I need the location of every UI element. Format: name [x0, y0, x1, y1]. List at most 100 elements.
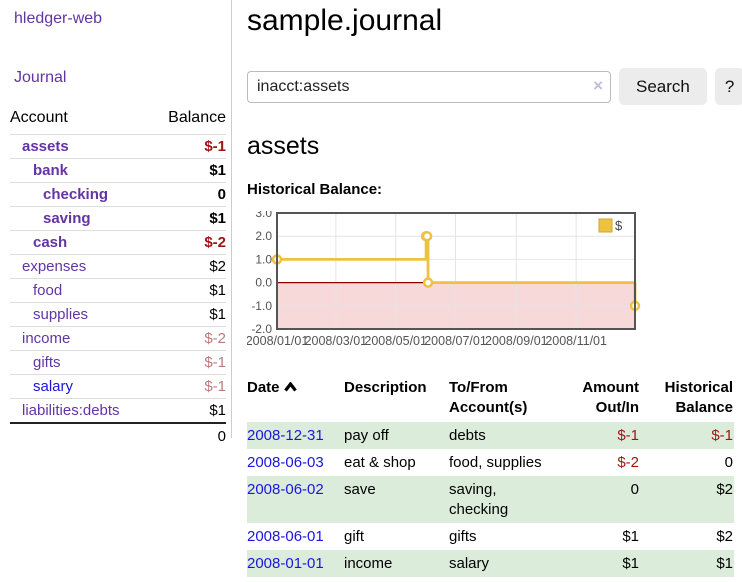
register-header-balance: Historical Balance [645, 378, 734, 422]
register-date-cell: 2008-06-03 [247, 449, 344, 476]
account-link[interactable]: salary [33, 378, 73, 395]
accounts-header-row: Account Balance [10, 105, 226, 135]
register-description-cell: save [344, 476, 449, 522]
table-row: 2008-12-31pay offdebts$-1$-1 [247, 422, 734, 449]
account-link[interactable]: food [33, 282, 62, 299]
app-title-link[interactable]: hledger-web [14, 10, 225, 28]
register-date-cell: 2008-06-01 [247, 523, 344, 550]
transaction-date-link[interactable]: 2008-06-03 [247, 454, 324, 471]
account-link[interactable]: assets [22, 138, 69, 155]
table-row: 2008-06-02savesaving, checking0$2 [247, 476, 734, 522]
account-balance: $-1 [151, 135, 226, 159]
account-name-cell: bank [10, 159, 151, 183]
register-table: Date Description To/From Account(s) Amou… [247, 378, 734, 577]
help-button[interactable]: ? [715, 68, 742, 105]
svg-text:0.0: 0.0 [255, 276, 272, 290]
register-balance-cell: $1 [645, 550, 734, 577]
transaction-date-link[interactable]: 2008-12-31 [247, 427, 324, 444]
account-row: salary $-1 [10, 375, 226, 399]
account-name-cell: income [10, 327, 151, 351]
svg-text:2008/11/01: 2008/11/01 [545, 334, 607, 348]
svg-text:3.0: 3.0 [255, 211, 272, 220]
account-balance: 0 [151, 183, 226, 207]
account-link[interactable]: gifts [33, 354, 61, 371]
register-description-cell: gift [344, 523, 449, 550]
register-header-description: Description [344, 378, 449, 422]
register-amount-cell: 0 [555, 476, 645, 522]
page: hledger-web Journal Account Balance asse… [0, 0, 742, 577]
main-content: sample.journal × Search ? assets Histori… [232, 0, 727, 577]
transaction-date-link[interactable]: 2008-01-01 [247, 555, 324, 572]
account-balance: $-1 [151, 375, 226, 399]
account-link[interactable]: income [22, 330, 70, 347]
account-link[interactable]: liabilities:debts [22, 402, 120, 419]
table-row: 2008-06-01giftgifts$1$2 [247, 523, 734, 550]
register-header-accounts: To/From Account(s) [449, 378, 555, 422]
account-link[interactable]: expenses [22, 258, 86, 275]
search-row: × Search ? [247, 68, 727, 105]
date-header-label: Date [247, 379, 280, 396]
account-name-cell: food [10, 279, 151, 303]
chart-section-label: Historical Balance: [247, 181, 727, 198]
accounts-total-value: 0 [151, 423, 226, 449]
balance-chart: $3.02.01.00.0-1.0-2.02008/01/012008/03/0… [247, 211, 727, 354]
register-accounts-cell: salary [449, 550, 555, 577]
account-heading: assets [247, 132, 727, 161]
register-date-cell: 2008-01-01 [247, 550, 344, 577]
balance-chart-svg: $3.02.01.00.0-1.0-2.02008/01/012008/03/0… [247, 211, 647, 349]
sort-ascending-icon [284, 379, 297, 396]
search-box: × [247, 71, 611, 103]
account-row: assets $-1 [10, 135, 226, 159]
account-name-cell: saving [10, 207, 151, 231]
svg-text:2008/09/01: 2008/09/01 [485, 334, 548, 348]
account-name-cell: salary [10, 375, 151, 399]
register-balance-cell: $2 [645, 523, 734, 550]
transaction-date-link[interactable]: 2008-06-01 [247, 528, 324, 545]
account-row: cash $-2 [10, 231, 226, 255]
register-date-cell: 2008-06-02 [247, 476, 344, 522]
account-link[interactable]: bank [33, 162, 68, 179]
account-link[interactable]: checking [43, 186, 108, 203]
account-balance: $-2 [151, 327, 226, 351]
accounts-header-account: Account [10, 105, 151, 135]
account-row: supplies$1 [10, 303, 226, 327]
account-balance: $-2 [151, 231, 226, 255]
svg-text:2008/07/01: 2008/07/01 [424, 334, 487, 348]
account-link[interactable]: saving [43, 210, 91, 227]
account-link[interactable]: supplies [33, 306, 88, 323]
accounts-total-spacer [10, 423, 151, 449]
register-balance-cell: 0 [645, 449, 734, 476]
account-link[interactable]: cash [33, 234, 67, 251]
account-row: checking 0 [10, 183, 226, 207]
register-accounts-cell: saving, checking [449, 476, 555, 522]
register-header-row: Date Description To/From Account(s) Amou… [247, 378, 734, 422]
search-button[interactable]: Search [619, 68, 707, 105]
search-input[interactable] [247, 71, 611, 103]
register-date-cell: 2008-12-31 [247, 422, 344, 449]
account-name-cell: supplies [10, 303, 151, 327]
svg-text:-1.0: -1.0 [251, 299, 272, 313]
register-table-body: 2008-12-31pay offdebts$-1$-12008-06-03ea… [247, 422, 734, 577]
register-header-date[interactable]: Date [247, 378, 344, 422]
register-amount-cell: $1 [555, 523, 645, 550]
clear-search-icon[interactable]: × [593, 76, 603, 96]
account-row: liabilities:debts$1 [10, 399, 226, 424]
account-balance: $1 [151, 279, 226, 303]
account-balance: $1 [151, 159, 226, 183]
account-row: gifts $-1 [10, 351, 226, 375]
register-balance-cell: $-1 [645, 422, 734, 449]
accounts-total-row: 0 [10, 423, 226, 449]
register-amount-cell: $-1 [555, 422, 645, 449]
svg-text:2.0: 2.0 [255, 229, 272, 243]
register-accounts-cell: debts [449, 422, 555, 449]
svg-text:$: $ [615, 218, 623, 233]
svg-text:2008/03/01: 2008/03/01 [305, 334, 368, 348]
register-accounts-cell: food, supplies [449, 449, 555, 476]
table-row: 2008-01-01incomesalary$1$1 [247, 550, 734, 577]
account-balance: $-1 [151, 351, 226, 375]
account-name-cell: checking [10, 183, 151, 207]
page-title: sample.journal [247, 4, 727, 38]
journal-link[interactable]: Journal [14, 69, 225, 87]
register-description-cell: pay off [344, 422, 449, 449]
transaction-date-link[interactable]: 2008-06-02 [247, 481, 324, 498]
